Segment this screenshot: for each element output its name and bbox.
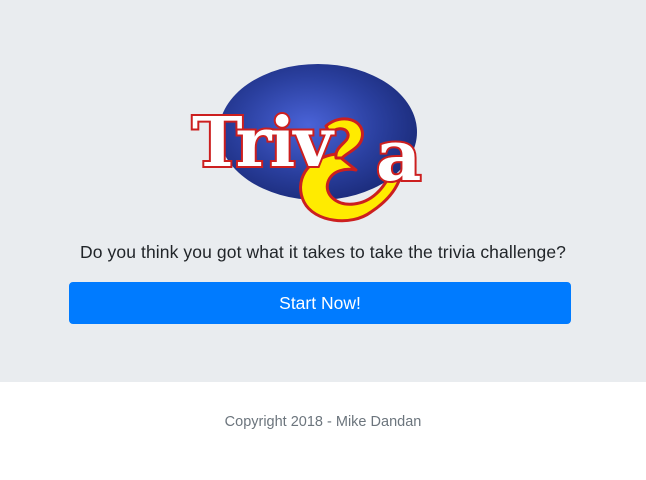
footer: Copyright 2018 - Mike Dandan	[0, 382, 646, 480]
start-now-button[interactable]: Start Now!	[69, 282, 571, 324]
tagline: Do you think you got what it takes to ta…	[80, 242, 566, 262]
copyright-text: Copyright 2018 - Mike Dandan	[224, 414, 422, 430]
logo-word-triv: Triv	[192, 103, 335, 183]
jumbotron: Triv a Do you think you got what it take…	[0, 0, 646, 382]
logo-word-a: a	[376, 114, 421, 197]
trivia-logo: Triv a	[186, 62, 452, 234]
trivia-logo-graphic: Triv a	[190, 64, 423, 223]
